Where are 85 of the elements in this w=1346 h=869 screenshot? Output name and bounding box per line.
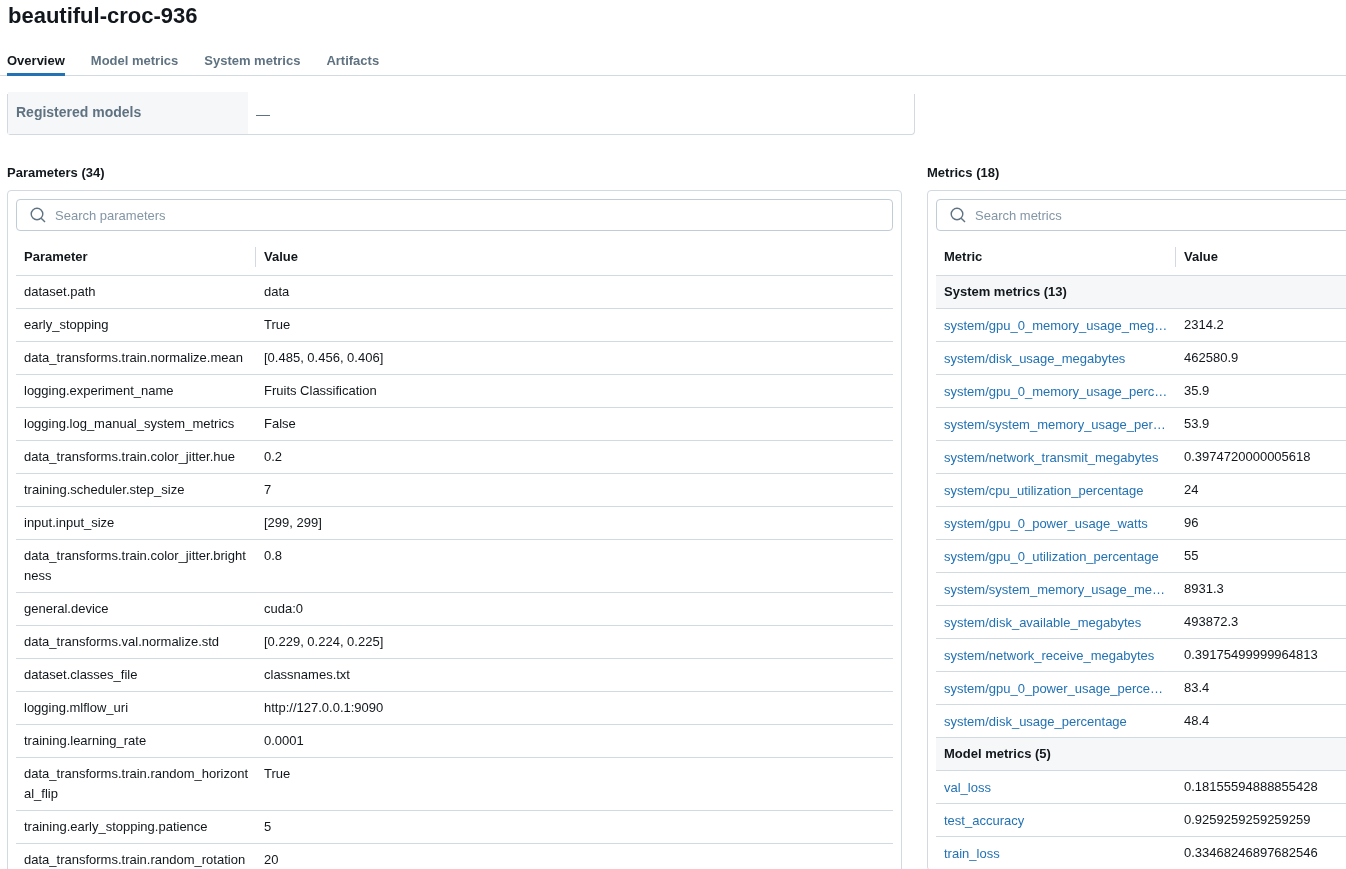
metric-value: 0.18155594888855428 — [1183, 778, 1319, 796]
parameter-name: general.device — [23, 600, 110, 618]
tab[interactable]: Model metrics — [90, 49, 179, 76]
search-icon — [950, 207, 966, 223]
metric-link[interactable]: system/gpu_0_memory_usage_meg… — [944, 318, 1168, 333]
parameter-value: [0.485, 0.456, 0.406] — [263, 349, 385, 367]
group-heading: Model metrics (5) — [943, 745, 1052, 764]
metric-link[interactable]: system/system_memory_usage_me… — [944, 582, 1166, 597]
metric-value: 24 — [1183, 481, 1200, 499]
metric-value: 0.39175499999964813 — [1183, 646, 1319, 664]
parameter-value: 7 — [263, 481, 273, 499]
metric-link[interactable]: test_accuracy — [944, 813, 1025, 828]
column-header[interactable]: Value — [256, 247, 306, 267]
tab[interactable]: Artifacts — [326, 49, 380, 76]
column-header[interactable]: Value — [1176, 247, 1226, 267]
metric-link[interactable]: system/network_receive_megabytes — [944, 648, 1155, 663]
metric-value: 53.9 — [1183, 415, 1211, 433]
parameter-value: True — [263, 765, 292, 783]
parameter-value: 20 — [263, 851, 280, 869]
parameter-name: training.learning_rate — [23, 732, 148, 750]
parameter-name: training.scheduler.step_size — [23, 481, 186, 499]
parameter-value: classnames.txt — [263, 666, 351, 684]
parameter-name: dataset.path — [23, 283, 97, 301]
parameter-value: False — [263, 415, 297, 433]
parameter-name: data_transforms.train.color_jitter.brightness — [23, 547, 247, 585]
section-heading: Metrics (18) — [927, 164, 1001, 181]
metric-link[interactable]: system/network_transmit_megabytes — [944, 450, 1159, 465]
metric-link[interactable]: system/gpu_0_utilization_percentage — [944, 549, 1159, 564]
metric-link[interactable]: system/system_memory_usage_per… — [944, 417, 1166, 432]
parameter-name: data_transforms.val.normalize.std — [23, 633, 221, 651]
parameter-value: 0.0001 — [263, 732, 305, 750]
tab[interactable]: Overview — [7, 49, 65, 76]
search-field[interactable]: Search metrics — [936, 199, 1346, 231]
parameter-value: 0.8 — [263, 547, 284, 565]
metric-value: 462580.9 — [1183, 349, 1240, 367]
parameter-value: cuda:0 — [263, 600, 305, 618]
metric-value: 8931.3 — [1183, 580, 1225, 598]
metric-link[interactable]: system/disk_available_megabytes — [944, 615, 1142, 630]
parameter-name: training.early_stopping.patience — [23, 818, 209, 836]
metric-value: 96 — [1183, 514, 1200, 532]
parameter-value: data — [263, 283, 291, 301]
run-title: beautiful-croc-936 — [7, 2, 199, 29]
metric-value: 0.9259259259259259 — [1183, 811, 1312, 829]
metric-value: 55 — [1183, 547, 1200, 565]
parameter-name: dataset.classes_file — [23, 666, 139, 684]
metric-link[interactable]: system/gpu_0_memory_usage_perc… — [944, 384, 1168, 399]
parameter-value: 5 — [263, 818, 273, 836]
parameter-value: True — [263, 316, 292, 334]
parameter-value: http://127.0.0.1:9090 — [263, 699, 385, 717]
metric-link[interactable]: train_loss — [944, 846, 1000, 861]
metric-value: 35.9 — [1183, 382, 1211, 400]
parameter-value: [299, 299] — [263, 514, 323, 532]
parameter-name: early_stopping — [23, 316, 110, 334]
group-heading: System metrics (13) — [943, 283, 1068, 302]
parameter-name: data_transforms.train.random_horizontal_flip — [23, 765, 249, 803]
parameter-value: [0.229, 0.224, 0.225] — [263, 633, 385, 651]
detail-value: — — [255, 105, 271, 124]
column-header[interactable]: Metric — [936, 247, 1176, 267]
parameter-name: data_transforms.train.normalize.mean — [23, 349, 244, 367]
metric-link[interactable]: system/gpu_0_power_usage_perce… — [944, 681, 1163, 696]
detail-label: Registered models — [8, 92, 248, 134]
metric-link[interactable]: system/cpu_utilization_percentage — [944, 483, 1144, 498]
parameter-name: data_transforms.train.random_rotation — [23, 851, 247, 869]
parameter-name: logging.mlflow_uri — [23, 699, 130, 717]
metric-link[interactable]: system/disk_usage_megabytes — [944, 351, 1126, 366]
metric-link[interactable]: system/gpu_0_power_usage_watts — [944, 516, 1148, 531]
metric-value: 0.33468246897682546 — [1183, 844, 1319, 862]
parameter-value: Fruits Classification — [263, 382, 378, 400]
metric-value: 2314.2 — [1183, 316, 1225, 334]
parameter-name: logging.log_manual_system_metrics — [23, 415, 236, 433]
parameter-value: 0.2 — [263, 448, 284, 466]
section-heading: Parameters (34) — [7, 164, 106, 181]
parameter-name: input.input_size — [23, 514, 116, 532]
search-field[interactable]: Search parameters — [16, 199, 893, 231]
metric-value: 493872.3 — [1183, 613, 1240, 631]
metric-value: 48.4 — [1183, 712, 1211, 730]
search-icon — [30, 207, 46, 223]
metric-value: 0.3974720000005618 — [1183, 448, 1312, 466]
parameter-name: data_transforms.train.color_jitter.hue — [23, 448, 236, 466]
metric-link[interactable]: system/disk_usage_percentage — [944, 714, 1127, 729]
metric-link[interactable]: val_loss — [944, 780, 991, 795]
tab[interactable]: System metrics — [204, 49, 301, 76]
parameter-name: logging.experiment_name — [23, 382, 175, 400]
metric-value: 83.4 — [1183, 679, 1211, 697]
column-header[interactable]: Parameter — [16, 247, 256, 267]
